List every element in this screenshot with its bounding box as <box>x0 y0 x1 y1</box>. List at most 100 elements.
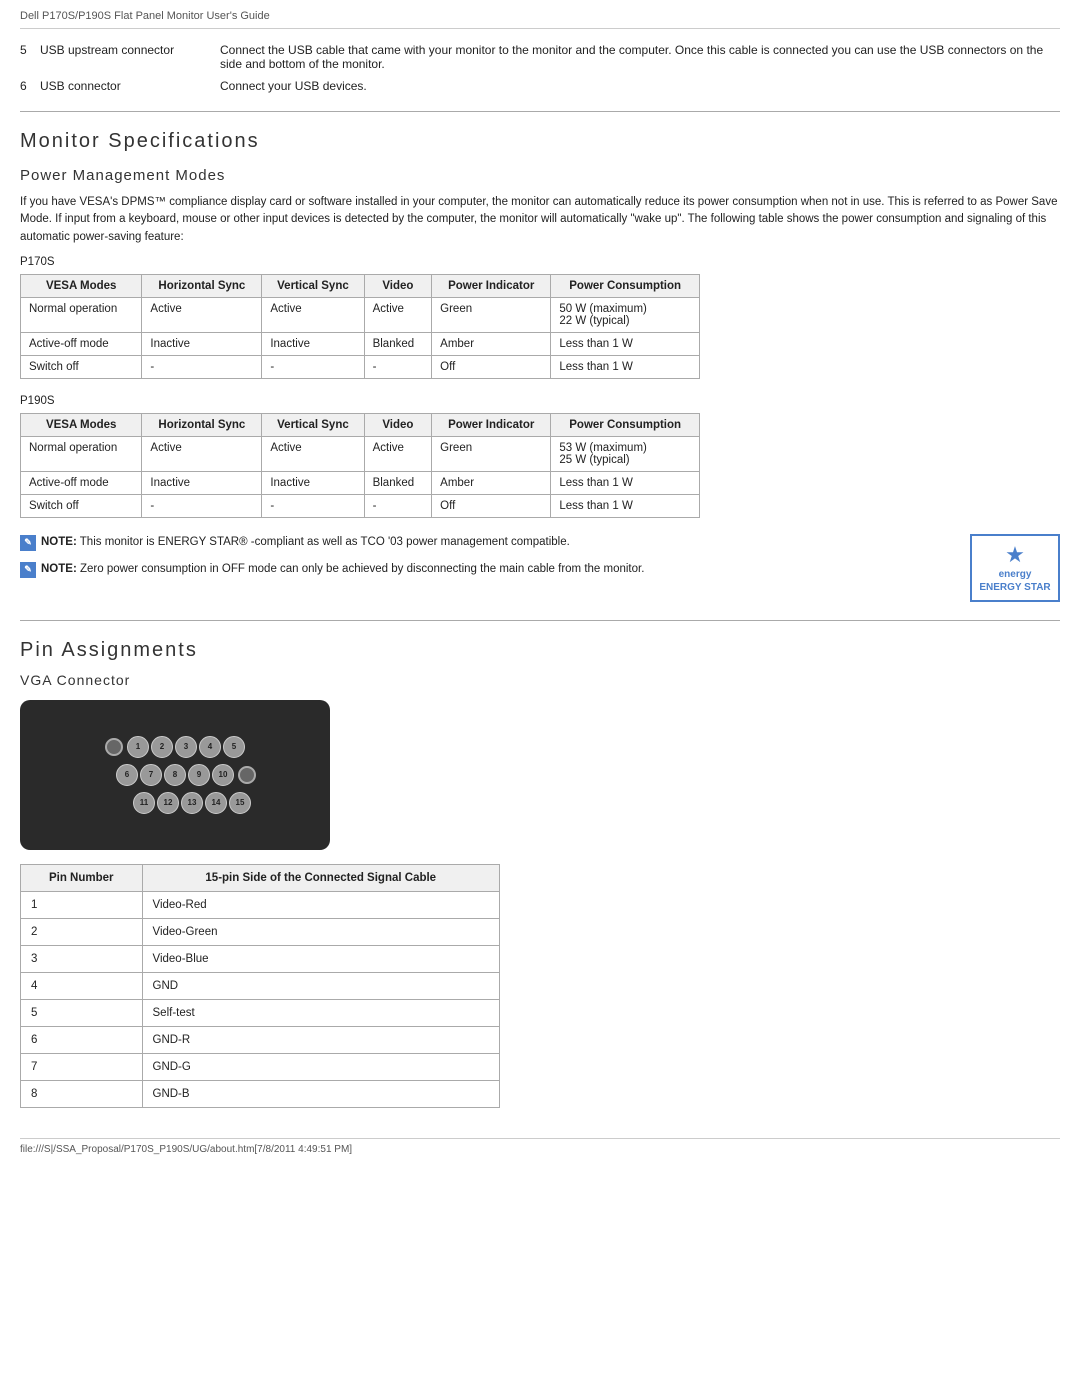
usb-desc-6: Connect your USB devices. <box>220 79 1060 93</box>
pin-signal-4: GND <box>142 972 500 999</box>
p190s-label: P190S <box>20 395 1060 407</box>
note-block-1: ✎ NOTE: This monitor is ENERGY STAR® -co… <box>20 534 950 551</box>
pin-table-row-1: 1 Video-Red <box>21 891 500 918</box>
vga-row-1: 1 2 3 4 5 <box>105 733 245 761</box>
pin-num-7: 7 <box>21 1053 143 1080</box>
vga-pin-6: 6 <box>116 764 138 786</box>
usb-num-6: 6 <box>20 79 40 93</box>
vga-pin-3: 3 <box>175 736 197 758</box>
note-icon-1: ✎ <box>20 535 36 551</box>
vga-connector-title: VGA Connector <box>20 672 1060 688</box>
p190s-switchoff-vsync: - <box>262 494 364 517</box>
p170s-row-switchoff: Switch off - - - Off Less than 1 W <box>21 355 700 378</box>
pin-table-row-3: 3 Video-Blue <box>21 945 500 972</box>
page-header-title: Dell P170S/P190S Flat Panel Monitor User… <box>20 10 270 22</box>
vga-pin-11: 11 <box>133 792 155 814</box>
p170s-activeoff-consumption: Less than 1 W <box>551 332 700 355</box>
th-h-sync-1: Horizontal Sync <box>142 274 262 297</box>
p190s-switchoff-mode: Switch off <box>21 494 142 517</box>
usb-section: 5 USB upstream connector Connect the USB… <box>20 43 1060 93</box>
pin-table-row-5: 5 Self-test <box>21 999 500 1026</box>
p170s-normal-hsync: Active <box>142 297 262 332</box>
vga-row-2: 6 7 8 9 10 <box>94 761 256 789</box>
pin-signal-8: GND-B <box>142 1080 500 1107</box>
vga-pins-row-1: 1 2 3 4 5 <box>127 736 245 758</box>
p170s-activeoff-indicator: Amber <box>432 332 551 355</box>
p170s-header-row: VESA Modes Horizontal Sync Vertical Sync… <box>21 274 700 297</box>
pin-assignments-title: Pin Assignments <box>20 639 1060 662</box>
th-video-1: Video <box>364 274 432 297</box>
page-header: Dell P170S/P190S Flat Panel Monitor User… <box>20 10 1060 29</box>
monitor-specs-title: Monitor Specifications <box>20 130 1060 153</box>
p190s-activeoff-hsync: Inactive <box>142 471 262 494</box>
pin-table-row-8: 8 GND-B <box>21 1080 500 1107</box>
th-power-indicator-1: Power Indicator <box>432 274 551 297</box>
p190s-switchoff-video: - <box>364 494 432 517</box>
p170s-normal-vsync: Active <box>262 297 364 332</box>
pin-num-4: 4 <box>21 972 143 999</box>
p190s-row-activeoff: Active-off mode Inactive Inactive Blanke… <box>21 471 700 494</box>
p170s-switchoff-mode: Switch off <box>21 355 142 378</box>
th-power-consumption-1: Power Consumption <box>551 274 700 297</box>
p190s-activeoff-mode: Active-off mode <box>21 471 142 494</box>
p170s-activeoff-video: Blanked <box>364 332 432 355</box>
pin-signal-6: GND-R <box>142 1026 500 1053</box>
th-vesa-modes-1: VESA Modes <box>21 274 142 297</box>
note-icon-2: ✎ <box>20 562 36 578</box>
p170s-normal-indicator: Green <box>432 297 551 332</box>
energy-star-label: energyENERGY STAR <box>978 568 1052 594</box>
th-power-consumption-2: Power Consumption <box>551 413 700 436</box>
section-divider-2 <box>20 620 1060 621</box>
usb-label-5: USB upstream connector <box>40 43 220 57</box>
notes-left: ✎ NOTE: This monitor is ENERGY STAR® -co… <box>20 534 950 589</box>
pin-table: Pin Number 15-pin Side of the Connected … <box>20 864 500 1108</box>
pin-table-th-num: Pin Number <box>21 864 143 891</box>
p170s-switchoff-consumption: Less than 1 W <box>551 355 700 378</box>
p170s-switchoff-vsync: - <box>262 355 364 378</box>
vga-pin-13: 13 <box>181 792 203 814</box>
p190s-normal-hsync: Active <box>142 436 262 471</box>
usb-label-6: USB connector <box>40 79 220 93</box>
p170s-row-normal: Normal operation Active Active Active Gr… <box>21 297 700 332</box>
pin-table-th-signal: 15-pin Side of the Connected Signal Cabl… <box>142 864 500 891</box>
vga-pin-2: 2 <box>151 736 173 758</box>
notes-area: ✎ NOTE: This monitor is ENERGY STAR® -co… <box>20 534 1060 602</box>
p190s-row-normal: Normal operation Active Active Active Gr… <box>21 436 700 471</box>
p190s-normal-indicator: Green <box>432 436 551 471</box>
pin-num-5: 5 <box>21 999 143 1026</box>
pin-table-row-4: 4 GND <box>21 972 500 999</box>
energy-star-badge: ★ energyENERGY STAR <box>970 534 1060 602</box>
pin-num-8: 8 <box>21 1080 143 1107</box>
vga-pin-4: 4 <box>199 736 221 758</box>
pin-table-row-6: 6 GND-R <box>21 1026 500 1053</box>
p170s-activeoff-mode: Active-off mode <box>21 332 142 355</box>
vga-pin-8: 8 <box>164 764 186 786</box>
p190s-activeoff-video: Blanked <box>364 471 432 494</box>
page-footer-text: file:///S|/SSA_Proposal/P170S_P190S/UG/a… <box>20 1144 352 1155</box>
p170s-normal-mode: Normal operation <box>21 297 142 332</box>
pin-signal-5: Self-test <box>142 999 500 1026</box>
p190s-activeoff-indicator: Amber <box>432 471 551 494</box>
p170s-normal-consumption: 50 W (maximum)22 W (typical) <box>551 297 700 332</box>
p170s-switchoff-video: - <box>364 355 432 378</box>
p170s-switchoff-indicator: Off <box>432 355 551 378</box>
power-management-title: Power Management Modes <box>20 167 1060 184</box>
pin-table-header: Pin Number 15-pin Side of the Connected … <box>21 864 500 891</box>
energy-star-icon: ★ <box>978 542 1052 568</box>
vga-pin-14: 14 <box>205 792 227 814</box>
th-v-sync-2: Vertical Sync <box>262 413 364 436</box>
th-power-indicator-2: Power Indicator <box>432 413 551 436</box>
pin-signal-7: GND-G <box>142 1053 500 1080</box>
th-v-sync-1: Vertical Sync <box>262 274 364 297</box>
note-text-1: NOTE: This monitor is ENERGY STAR® -comp… <box>41 534 570 551</box>
section-divider-1 <box>20 111 1060 112</box>
p170s-table: VESA Modes Horizontal Sync Vertical Sync… <box>20 274 700 379</box>
vga-pin-1: 1 <box>127 736 149 758</box>
p190s-table: VESA Modes Horizontal Sync Vertical Sync… <box>20 413 700 518</box>
pin-signal-2: Video-Green <box>142 918 500 945</box>
vga-side-dot-left-1 <box>105 738 123 756</box>
pin-num-6: 6 <box>21 1026 143 1053</box>
vga-row-3: 11 12 13 14 15 <box>99 789 251 817</box>
vga-side-dot-right <box>238 766 256 784</box>
vga-pins-row-2: 6 7 8 9 10 <box>116 764 234 786</box>
